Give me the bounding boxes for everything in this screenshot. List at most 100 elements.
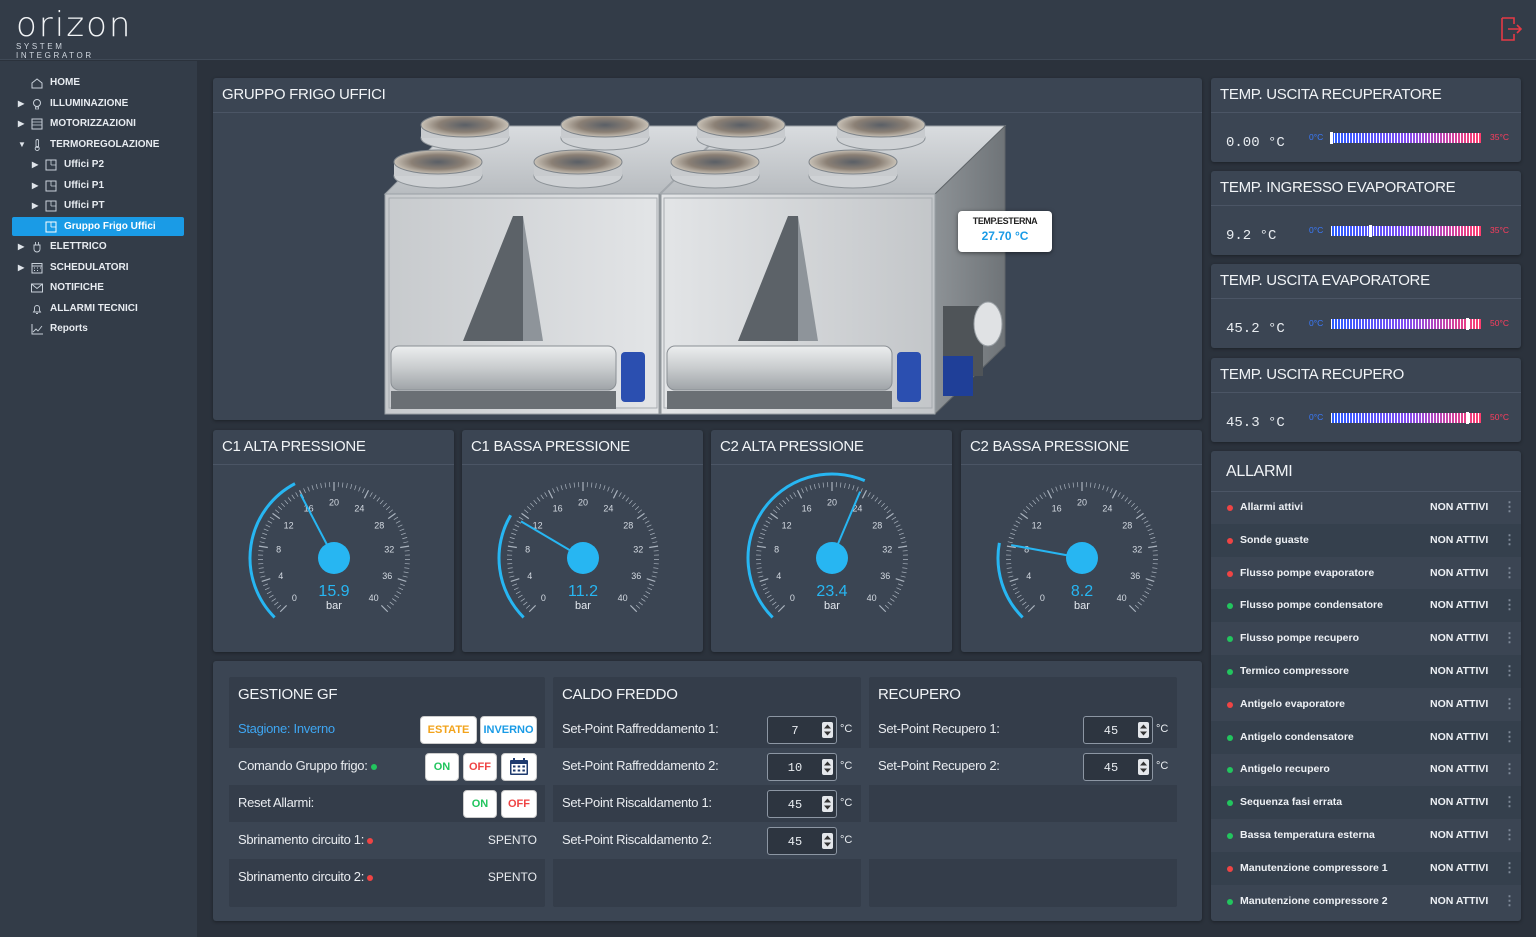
setpoint-value[interactable]: 45	[768, 798, 822, 812]
kebab-menu-icon[interactable]: ⋮	[1503, 565, 1516, 581]
gauge-tick	[890, 598, 895, 602]
calendar-button[interactable]	[501, 753, 537, 781]
sidebar-item-uffici-p2[interactable]: ▶ Uffici P2	[32, 155, 182, 174]
external-temp-value: 27.70 °C	[981, 229, 1029, 243]
setpoint-label: Set-Point Recupero 2:	[878, 758, 1000, 773]
kebab-menu-icon[interactable]: ⋮	[1503, 860, 1516, 876]
spinner-arrows-icon[interactable]	[822, 722, 833, 738]
gauge-tick	[902, 567, 908, 569]
gauge-tick	[402, 575, 408, 578]
kebab-menu-icon[interactable]: ⋮	[1503, 761, 1516, 777]
alarm-status: NON ATTIVI	[1430, 697, 1489, 710]
kebab-menu-icon[interactable]: ⋮	[1503, 794, 1516, 810]
chevron-right-icon[interactable]: ▶	[18, 263, 28, 272]
gauge-tick	[895, 578, 905, 583]
chevron-right-icon[interactable]: ▶	[32, 160, 42, 169]
divider	[213, 112, 1202, 113]
setpoint-label: Set-Point Raffreddamento 1:	[562, 721, 719, 736]
sidebar-item-illuminazione[interactable]: ▶ ILLUMINAZIONE	[18, 94, 188, 113]
gauge-tick	[540, 494, 544, 500]
chevron-right-icon[interactable]: ▶	[18, 99, 28, 108]
gauge-tick	[526, 506, 532, 511]
mail-icon	[31, 283, 43, 292]
setpoint-value[interactable]: 7	[768, 724, 822, 738]
chevron-right-icon[interactable]: ▶	[32, 181, 42, 190]
inverno-button[interactable]: INVERNO	[480, 716, 537, 744]
setpoint-spinner[interactable]: 45	[767, 790, 837, 818]
gauge-tick	[1012, 587, 1018, 591]
gauge-tick-label: 0	[1040, 593, 1045, 603]
gauge-tick	[629, 604, 638, 613]
divider	[1211, 112, 1521, 113]
kebab-menu-icon[interactable]: ⋮	[1503, 696, 1516, 712]
reset-off-button[interactable]: OFF	[501, 790, 537, 818]
gauge-tick	[265, 524, 271, 528]
kebab-menu-icon[interactable]: ⋮	[1503, 663, 1516, 679]
kebab-menu-icon[interactable]: ⋮	[1503, 893, 1516, 909]
kebab-menu-icon[interactable]: ⋮	[1503, 729, 1516, 745]
gauge-tick	[320, 483, 322, 489]
estate-button[interactable]: ESTATE	[420, 716, 477, 744]
gauge-tick	[779, 502, 784, 508]
sidebar-item-elettrico[interactable]: ▶ ELETTRICO	[18, 237, 188, 256]
setpoint-spinner[interactable]: 45	[767, 827, 837, 855]
alarm-name: Antigelo recupero	[1240, 763, 1330, 776]
alarm-status: NON ATTIVI	[1430, 533, 1489, 546]
status-dot-green	[1227, 636, 1233, 643]
setpoint-spinner[interactable]: 45	[1083, 716, 1153, 744]
gauge-tick-label: 0	[790, 593, 795, 603]
logout-icon[interactable]	[1500, 16, 1523, 42]
sidebar-item-notifiche[interactable]: NOTIFICHE	[18, 278, 188, 297]
gauge-tick	[1017, 594, 1022, 599]
gauge-tick	[269, 516, 275, 521]
spinner-arrows-icon[interactable]	[1138, 722, 1149, 738]
setpoint-value[interactable]: 45	[1084, 761, 1138, 775]
comando-off-button[interactable]: OFF	[463, 753, 497, 781]
kebab-menu-icon[interactable]: ⋮	[1503, 532, 1516, 548]
gauge-tick	[1010, 532, 1016, 536]
chevron-down-icon[interactable]: ▼	[18, 140, 28, 149]
kebab-menu-icon[interactable]: ⋮	[1503, 597, 1516, 613]
sidebar-item-uffici-pt[interactable]: ▶ Uffici PT	[32, 196, 182, 215]
setpoint-spinner[interactable]: 45	[1083, 753, 1153, 781]
spinner-arrows-icon[interactable]	[1138, 759, 1149, 775]
reset-on-button[interactable]: ON	[463, 790, 497, 818]
sidebar-item-motorizzazioni[interactable]: ▶ MOTORIZZAZIONI	[18, 114, 188, 133]
sidebar-item-home[interactable]: HOME	[18, 73, 188, 92]
setpoint-value[interactable]: 10	[768, 761, 822, 775]
setpoint-value[interactable]: 45	[1084, 724, 1138, 738]
gauge-tick	[1019, 598, 1024, 602]
gauge-tick-label: 20	[329, 498, 339, 508]
sidebar-item-allarmi-tecnici[interactable]: ALLARMI TECNICI	[18, 299, 188, 318]
comando-on-button[interactable]: ON	[425, 753, 459, 781]
gauge-tick	[266, 591, 272, 595]
spinner-arrows-icon[interactable]	[822, 796, 833, 812]
spinner-arrows-icon[interactable]	[822, 759, 833, 775]
kebab-menu-icon[interactable]: ⋮	[1503, 630, 1516, 646]
gauge-title: C1 BASSA PRESSIONE	[471, 438, 630, 455]
setpoint-spinner[interactable]: 7	[767, 716, 837, 744]
sidebar-item-schedulatori[interactable]: ▶ SCHEDULATORI	[18, 258, 188, 277]
sidebar-item-reports[interactable]: Reports	[18, 319, 188, 338]
chevron-right-icon[interactable]: ▶	[32, 201, 42, 210]
gauge-tick	[638, 601, 643, 606]
gauge-tick	[883, 506, 889, 511]
gauge-tick	[392, 598, 397, 602]
kebab-menu-icon[interactable]: ⋮	[1503, 827, 1516, 843]
chevron-right-icon[interactable]: ▶	[18, 242, 28, 251]
spinner-arrows-icon[interactable]	[822, 833, 833, 849]
orizon-logo[interactable]: orizon SYSTEM INTEGRATOR	[16, 8, 146, 60]
setpoint-value[interactable]: 45	[768, 835, 822, 849]
setpoint-spinner[interactable]: 10	[767, 753, 837, 781]
sidebar-item-termoregolazione[interactable]: ▼ TERMOREGOLAZIONE	[18, 135, 188, 154]
chevron-right-icon[interactable]: ▶	[18, 119, 28, 128]
gauge-tick	[774, 604, 780, 609]
gauge-tick	[1102, 485, 1105, 491]
gestione-gf-panel: GESTIONE GF Stagione: Inverno ESTATE INV…	[229, 677, 545, 907]
gauge-tick	[884, 604, 890, 609]
sidebar-item-label: ELETTRICO	[50, 241, 107, 252]
kebab-menu-icon[interactable]: ⋮	[1503, 499, 1516, 515]
sidebar-item-gruppo-frigo-uffici[interactable]: Gruppo Frigo Uffici	[12, 217, 184, 236]
sidebar-item-uffici-p1[interactable]: ▶ Uffici P1	[32, 176, 182, 195]
alarm-status: NON ATTIVI	[1430, 763, 1489, 776]
